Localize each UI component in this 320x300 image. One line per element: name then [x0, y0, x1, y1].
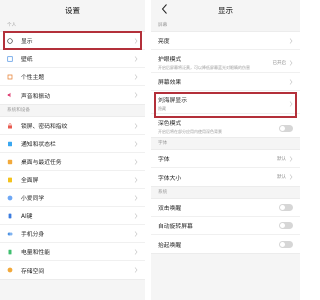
theme-icon [7, 74, 13, 79]
settings-item-fullscreen[interactable]: 全面屏 [0, 171, 145, 189]
chevron-right-icon [134, 194, 138, 201]
chevron-right-icon [289, 37, 293, 44]
chevron-right-icon [134, 122, 138, 129]
personal-section-header: 个人 [7, 23, 17, 28]
settings-item-label: 个性主题 [21, 75, 45, 81]
double-tap-wake-toggle[interactable] [279, 204, 293, 211]
storage-icon [7, 267, 13, 273]
chevron-right-icon [134, 140, 138, 147]
double-tap-wake-label: 双击唤醒 [158, 206, 182, 212]
font-group: 字体 默认 字体大小 默认 [151, 149, 300, 187]
chevron-right-icon [289, 155, 293, 162]
settings-titlebar: 设置 [0, 0, 145, 20]
desktop-icon [7, 159, 13, 164]
settings-item-wallpaper[interactable]: 壁纸 [0, 50, 145, 68]
ai-key-icon [8, 213, 12, 218]
sound-icon [7, 92, 11, 98]
screen-effect-item[interactable]: 屏幕效果 [151, 73, 300, 91]
lock-icon [8, 122, 12, 128]
chevron-right-icon [134, 73, 138, 80]
settings-item-label: 存储空间 [21, 268, 45, 275]
font-size-item[interactable]: 字体大小 默认 [151, 168, 300, 186]
screen-effect-label: 屏幕效果 [158, 80, 182, 86]
font-section-header: 字体 [158, 141, 168, 146]
system-section-header: 系统 [158, 190, 168, 195]
eye-care-label: 护眼模式 [158, 57, 182, 63]
chevron-right-icon [134, 248, 138, 255]
brightness-label: 亮度 [158, 39, 170, 45]
settings-item-storage[interactable]: 存储空间 [0, 261, 145, 279]
screen-section-header: 屏幕 [158, 23, 168, 28]
chevron-right-icon [289, 78, 293, 85]
display-title: 显示 [218, 6, 233, 15]
settings-title: 设置 [65, 6, 80, 15]
raise-to-wake-toggle[interactable] [279, 240, 293, 248]
eye-care-description: 开启后屏幕将泛黄，可以降低屏幕蓝光对眼睛的伤害 [158, 65, 250, 70]
fullscreen-icon [8, 177, 12, 182]
settings-item-label: AI键 [21, 214, 33, 220]
font-item[interactable]: 字体 默认 [151, 150, 300, 168]
battery-icon [8, 249, 12, 254]
settings-item-theme[interactable]: 个性主题 [0, 68, 145, 86]
dark-mode-toggle[interactable] [279, 124, 293, 132]
settings-item-sound[interactable]: 声音和振动 [0, 86, 145, 104]
chevron-right-icon [289, 174, 293, 180]
settings-item-xiaoai[interactable]: 小爱同学 [0, 189, 145, 207]
settings-item-ai-key[interactable]: AI键 [0, 207, 145, 225]
settings-item-notifications[interactable]: 通知和状态栏 [0, 135, 145, 153]
brightness-item[interactable]: 亮度 [151, 32, 300, 50]
chevron-right-icon [134, 55, 138, 62]
raise-to-wake-item[interactable]: 抬起唤醒 [151, 235, 300, 253]
chevron-right-icon [134, 212, 138, 219]
settings-item-battery[interactable]: 电量和性能 [0, 243, 145, 261]
auto-rotate-label: 自动旋转屏幕 [158, 224, 193, 230]
settings-item-label: 手机分身 [21, 232, 45, 238]
notification-icon [8, 141, 12, 146]
settings-item-label: 通知和状态栏 [21, 142, 56, 148]
eye-care-status: 已开启 [272, 61, 287, 66]
wallpaper-icon [7, 55, 13, 62]
system-display-group: 双击唤醒 自动旋转屏幕 抬起唤醒 [151, 198, 300, 254]
chevron-right-icon [134, 176, 138, 183]
settings-item-label: 电量和性能 [21, 250, 50, 256]
display-titlebar: 显示 [151, 0, 300, 20]
chevron-right-icon [134, 267, 138, 273]
system-group: 锁屏、密码和指纹 通知和状态栏 桌面与最近任务 全面屏 小爱同学 AI键 手机分… [0, 116, 145, 280]
system-section-header: 系统和设备 [7, 108, 30, 113]
raise-to-wake-label: 抬起唤醒 [158, 242, 182, 249]
font-value: 默认 [277, 156, 286, 162]
settings-item-label: 全面屏 [21, 178, 39, 184]
settings-pane: 设置 个人 显示 壁纸 个性主题 声音和振动 系统和设备 锁屏、密码和指纹 通知… [0, 0, 145, 300]
font-size-label: 字体大小 [158, 175, 182, 182]
dark-mode-description: 开启后将在部分应用内使用深色背景 [158, 129, 222, 134]
chevron-right-icon [289, 60, 293, 66]
settings-item-desktop[interactable]: 桌面与最近任务 [0, 153, 145, 171]
notch-item-highlight [154, 92, 297, 118]
settings-item-label: 小爱同学 [21, 196, 45, 202]
chevron-right-icon [134, 92, 138, 98]
assistant-icon [7, 195, 13, 200]
settings-item-second-space[interactable]: 手机分身 [0, 225, 145, 243]
display-item-highlight [3, 31, 142, 50]
eye-care-item[interactable]: 护眼模式 开启后屏幕将泛黄，可以降低屏幕蓝光对眼睛的伤害 已开启 [151, 50, 300, 73]
font-size-value: 默认 [277, 175, 286, 180]
dark-mode-label: 深色模式 [158, 121, 182, 127]
chevron-right-icon [134, 158, 138, 165]
settings-item-label: 壁纸 [21, 57, 33, 63]
chevron-right-icon [134, 230, 138, 237]
screen-group: 亮度 护眼模式 开启后屏幕将泛黄，可以降低屏幕蓝光对眼睛的伤害 已开启 屏幕效果… [151, 31, 300, 138]
auto-rotate-toggle[interactable] [279, 222, 293, 229]
dark-mode-text: 深色模式 开启后将在部分应用内使用深色背景 [158, 118, 222, 135]
settings-item-label: 声音和振动 [21, 93, 50, 100]
display-pane: 显示 屏幕 亮度 护眼模式 开启后屏幕将泛黄，可以降低屏幕蓝光对眼睛的伤害 已开… [151, 0, 300, 300]
settings-item-lockscreen[interactable]: 锁屏、密码和指纹 [0, 117, 145, 135]
eye-care-text: 护眼模式 开启后屏幕将泛黄，可以降低屏幕蓝光对眼睛的伤害 [158, 54, 250, 71]
font-label: 字体 [158, 157, 170, 163]
double-tap-wake-item[interactable]: 双击唤醒 [151, 199, 300, 217]
settings-item-label: 桌面与最近任务 [21, 160, 62, 166]
settings-item-label: 锁屏、密码和指纹 [21, 124, 68, 130]
auto-rotate-item[interactable]: 自动旋转屏幕 [151, 217, 300, 235]
second-space-icon [7, 232, 13, 235]
